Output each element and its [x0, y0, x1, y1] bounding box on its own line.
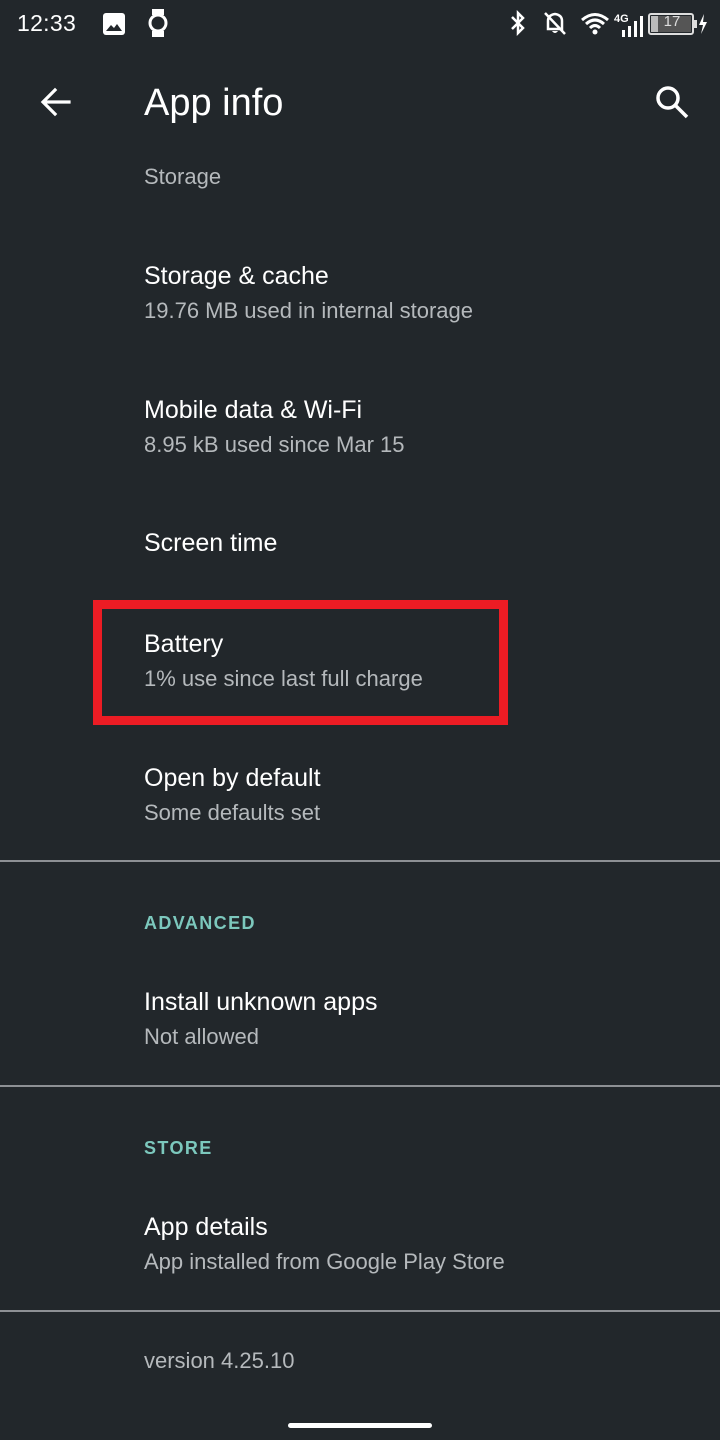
item-summary: Not allowed [144, 1024, 259, 1049]
status-bar: 12:33 4G 17 [0, 0, 720, 50]
search-icon [654, 84, 690, 125]
item-summary: 19.76 MB used in internal storage [144, 298, 473, 323]
list-item-battery[interactable]: Battery 1% use since last full charge [0, 600, 720, 728]
list-item-storage-cache[interactable]: Storage & cache 19.76 MB used in interna… [0, 228, 720, 362]
item-summary: 1% use since last full charge [144, 666, 423, 691]
item-summary: 8.95 kB used since Mar 15 [144, 432, 405, 457]
list-item-open-by-default[interactable]: Open by default Some defaults set [0, 730, 720, 864]
item-title: Storage & cache [144, 262, 329, 290]
signal-4g-icon: 4G [614, 12, 646, 43]
app-bar: App info [0, 50, 720, 160]
item-title: Screen time [144, 529, 278, 557]
version-label: version 4.25.10 [144, 1348, 295, 1373]
item-title: Install unknown apps [144, 988, 378, 1016]
item-title: Battery [144, 630, 224, 658]
divider [0, 860, 720, 862]
divider [0, 1085, 720, 1087]
list-item-app-details[interactable]: App details App installed from Google Pl… [0, 1180, 720, 1314]
arrow-back-icon [39, 85, 73, 124]
item-summary: App installed from Google Play Store [144, 1249, 505, 1274]
back-button[interactable] [28, 76, 84, 132]
item-title: Mobile data & Wi‑Fi [144, 396, 363, 424]
list-item-mobile-data[interactable]: Mobile data & Wi‑Fi 8.95 kB used since M… [0, 362, 720, 496]
item-title: App details [144, 1213, 268, 1241]
navigation-handle[interactable] [288, 1423, 432, 1428]
divider [0, 1310, 720, 1312]
list-item-install-unknown-apps[interactable]: Install unknown apps Not allowed [0, 954, 720, 1088]
bluetooth-icon [508, 9, 528, 41]
item-title: Open by default [144, 764, 321, 792]
item-summary: Some defaults set [144, 800, 321, 825]
storage-section-header: Storage [144, 164, 222, 189]
charging-icon [699, 14, 707, 34]
battery-level: 17 [663, 13, 681, 30]
notifications-off-icon [542, 10, 568, 41]
page-title: App info [144, 82, 284, 124]
wifi-icon [580, 12, 610, 41]
category-advanced: ADVANCED [144, 913, 256, 933]
search-button[interactable] [644, 76, 700, 132]
category-store: STORE [144, 1138, 213, 1158]
status-time: 12:33 [17, 10, 77, 36]
svg-text:4G: 4G [614, 13, 629, 25]
list-item-screen-time[interactable]: Screen time [0, 496, 720, 600]
gallery-icon [102, 12, 126, 41]
watch-icon [147, 8, 169, 43]
